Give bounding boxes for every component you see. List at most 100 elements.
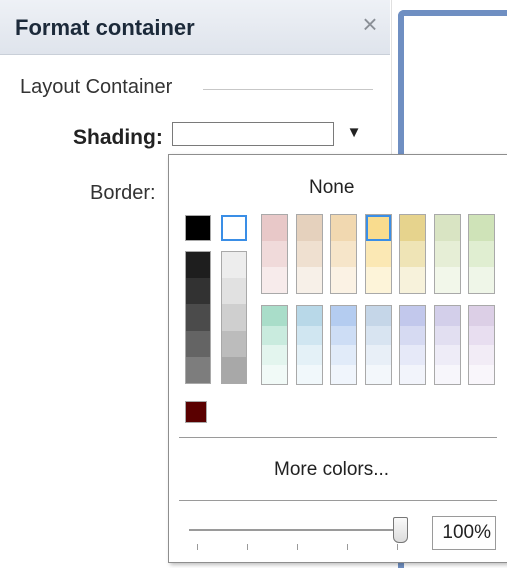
color-cell[interactable] <box>262 345 287 365</box>
transparency-slider[interactable] <box>189 529 399 531</box>
color-cell[interactable] <box>262 325 287 345</box>
color-cell[interactable] <box>469 241 494 267</box>
color-cell[interactable] <box>262 364 287 384</box>
color-cell[interactable] <box>469 267 494 293</box>
color-strip[interactable] <box>434 305 461 385</box>
panel-header: Format container × <box>0 0 390 55</box>
panel-title: Format container <box>15 15 195 40</box>
color-cell[interactable] <box>331 325 356 345</box>
chevron-down-icon[interactable]: ▼ <box>342 118 366 148</box>
slider-tick <box>397 544 398 550</box>
color-strip[interactable] <box>434 214 461 294</box>
transparency-value[interactable]: 100% <box>432 516 496 550</box>
color-cell[interactable] <box>297 325 322 345</box>
color-cell[interactable] <box>222 330 246 357</box>
color-cell[interactable] <box>186 278 210 305</box>
color-cell[interactable] <box>331 241 356 267</box>
color-cell[interactable] <box>186 330 210 357</box>
color-cell[interactable] <box>262 241 287 267</box>
color-cell[interactable] <box>435 306 460 326</box>
color-cell[interactable] <box>262 267 287 293</box>
color-cell[interactable] <box>186 304 210 331</box>
color-strip[interactable] <box>468 214 495 294</box>
slider-tick <box>347 544 348 550</box>
color-strip[interactable] <box>365 214 392 294</box>
none-option[interactable]: None <box>309 177 354 199</box>
color-strip[interactable] <box>330 305 357 385</box>
slider-thumb[interactable] <box>393 517 408 543</box>
color-cell[interactable] <box>297 241 322 267</box>
more-colors-option[interactable]: More colors... <box>274 459 389 481</box>
color-cell[interactable] <box>366 345 391 365</box>
color-cell[interactable] <box>469 345 494 365</box>
slider-tick <box>297 544 298 550</box>
slider-tick <box>247 544 248 550</box>
color-cell[interactable] <box>435 267 460 293</box>
color-strip[interactable] <box>330 214 357 294</box>
section-divider <box>203 89 373 90</box>
color-cell[interactable] <box>400 306 425 326</box>
color-cell[interactable] <box>331 364 356 384</box>
color-cell[interactable] <box>331 267 356 293</box>
color-cell[interactable] <box>186 252 210 279</box>
section-title: Layout Container <box>20 76 173 98</box>
color-cell[interactable] <box>331 215 356 241</box>
color-cell[interactable] <box>366 364 391 384</box>
color-cell[interactable] <box>366 241 391 267</box>
close-icon[interactable]: × <box>358 10 382 38</box>
color-strip[interactable] <box>221 251 247 384</box>
color-strip[interactable] <box>296 305 323 385</box>
color-cell[interactable] <box>186 356 210 384</box>
color-swatch[interactable] <box>185 215 211 241</box>
color-cell[interactable] <box>469 215 494 241</box>
color-cell[interactable] <box>400 325 425 345</box>
border-label: Border: <box>90 182 156 204</box>
color-cell[interactable] <box>222 278 246 305</box>
color-strip[interactable] <box>296 214 323 294</box>
color-swatch[interactable] <box>221 215 247 241</box>
menu-separator <box>179 437 497 438</box>
color-strip[interactable] <box>261 214 288 294</box>
color-cell[interactable] <box>297 215 322 241</box>
color-swatch[interactable] <box>185 401 207 423</box>
color-cell[interactable] <box>297 345 322 365</box>
color-cell[interactable] <box>469 364 494 384</box>
color-cell[interactable] <box>297 267 322 293</box>
color-strip[interactable] <box>365 305 392 385</box>
color-cell[interactable] <box>400 345 425 365</box>
color-cell[interactable] <box>435 241 460 267</box>
color-cell[interactable] <box>262 306 287 326</box>
menu-separator <box>179 500 497 501</box>
color-cell[interactable] <box>469 325 494 345</box>
color-strip[interactable] <box>185 251 211 384</box>
color-cell[interactable] <box>222 356 246 384</box>
color-picker-dropdown: None More colors... 100% <box>168 154 507 563</box>
color-cell[interactable] <box>366 325 391 345</box>
color-cell[interactable] <box>297 364 322 384</box>
color-cell[interactable] <box>400 364 425 384</box>
color-strip[interactable] <box>468 305 495 385</box>
color-cell[interactable] <box>262 215 287 241</box>
color-strip[interactable] <box>399 305 426 385</box>
color-cell[interactable] <box>222 252 246 279</box>
color-strip[interactable] <box>399 214 426 294</box>
color-cell[interactable] <box>366 215 391 241</box>
color-cell[interactable] <box>297 306 322 326</box>
color-cell[interactable] <box>400 267 425 293</box>
color-cell[interactable] <box>366 306 391 326</box>
color-cell[interactable] <box>400 241 425 267</box>
shading-label: Shading: <box>73 126 163 149</box>
color-cell[interactable] <box>400 215 425 241</box>
color-strip[interactable] <box>261 305 288 385</box>
color-cell[interactable] <box>435 345 460 365</box>
slider-tick <box>197 544 198 550</box>
color-cell[interactable] <box>331 345 356 365</box>
color-cell[interactable] <box>435 325 460 345</box>
shading-color-field[interactable] <box>172 122 334 146</box>
color-cell[interactable] <box>366 267 391 293</box>
color-cell[interactable] <box>222 304 246 331</box>
color-cell[interactable] <box>469 306 494 326</box>
color-cell[interactable] <box>435 364 460 384</box>
color-cell[interactable] <box>331 306 356 326</box>
color-cell[interactable] <box>435 215 460 241</box>
